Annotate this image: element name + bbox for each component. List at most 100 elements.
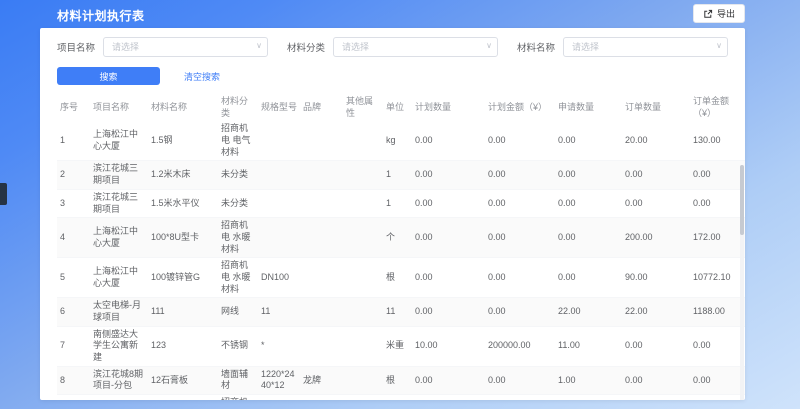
table-cell: 1: [383, 161, 412, 189]
table-row: 5上海松江中心大厦100镀锌管G招商机电 水暖材料DN100根0.000.000…: [57, 258, 745, 298]
table-cell: 10.00: [412, 326, 485, 366]
clear-search-link[interactable]: 清空搜索: [184, 70, 220, 83]
table-row: 3滨江花城三期项目1.5米水平仪未分类10.000.000.000.000.00: [57, 189, 745, 217]
table-row: 8滨江花城8期项目-分包12石膏板墙面辅材1220*2440*12龙牌根0.00…: [57, 366, 745, 394]
table-cell: 0.00: [555, 161, 622, 189]
table-row: 7南侧盛达大学生公寓新建123不锈钢*米重10.00200000.0011.00…: [57, 326, 745, 366]
table-row: 1上海松江中心大厦1.5钢招商机电 电气材料kg0.000.000.0020.0…: [57, 121, 745, 161]
table-cell: 1.5钢: [148, 121, 218, 161]
export-button[interactable]: 导出: [693, 4, 745, 23]
table-cell: [343, 326, 383, 366]
table-cell: 1: [383, 189, 412, 217]
table-cell: 0.00: [485, 189, 555, 217]
table-cell: 网线: [218, 298, 258, 326]
table-cell: 156.80: [690, 395, 745, 400]
material-category-input[interactable]: [333, 37, 498, 57]
column-header: 规格型号: [258, 94, 300, 121]
table-cell: 0.00: [555, 189, 622, 217]
table-cell: 未分类: [218, 189, 258, 217]
table-cell: 100镀锌管G: [148, 258, 218, 298]
table-cell: 墙面辅材: [218, 366, 258, 394]
table-cell: 111: [148, 298, 218, 326]
table-cell: *: [258, 326, 300, 366]
table-container: 序号项目名称材料名称材料分类规格型号品牌其他属性单位计划数量计划金额（¥）申请数…: [40, 94, 745, 400]
table-cell: 根: [383, 366, 412, 394]
table-row: 4上海松江中心大厦100*8U型卡招商机电 水暖材料个0.000.000.002…: [57, 218, 745, 258]
table-cell: 0.00: [555, 395, 622, 400]
table-body: 1上海松江中心大厦1.5钢招商机电 电气材料kg0.000.000.0020.0…: [57, 121, 745, 400]
table-cell: 0.00: [690, 161, 745, 189]
page-title: 材料计划执行表: [57, 7, 145, 24]
table-row: 6太空电梯-月球项目111网线11110.000.0022.0022.00118…: [57, 298, 745, 326]
table-cell: 0.00: [555, 121, 622, 161]
column-header: 申请数量: [555, 94, 622, 121]
table-cell: 22.00: [622, 298, 690, 326]
main-panel: 项目名称 ∨ 材料分类 ∨ 材料名称 ∨ 搜索 清空搜索: [40, 28, 745, 400]
table-cell: 招商机电 水暖材料: [218, 218, 258, 258]
table-cell: 100*8U型卡: [148, 218, 218, 258]
table-cell: 4: [57, 218, 90, 258]
table-cell: 上海松江中心大厦: [90, 218, 148, 258]
table-cell: 根: [383, 258, 412, 298]
table-cell: 0.00: [555, 218, 622, 258]
table-row: 9上海松江中心大厦150*10U型卡招商机电 水暖材料个0.000.000.00…: [57, 395, 745, 400]
vertical-scrollbar[interactable]: [740, 165, 744, 400]
table-cell: 1220*2440*12: [258, 366, 300, 394]
column-header: 项目名称: [90, 94, 148, 121]
table-cell: 150*10U型卡: [148, 395, 218, 400]
table-cell: 0.00: [485, 395, 555, 400]
table-cell: 90.00: [622, 258, 690, 298]
table-row: 2滨江花城三期项目1.2米木床未分类10.000.000.000.000.00: [57, 161, 745, 189]
table-cell: [343, 298, 383, 326]
column-header: 单位: [383, 94, 412, 121]
filter-project-name: 项目名称 ∨: [57, 37, 268, 57]
table-cell: 200000.00: [485, 326, 555, 366]
table-cell: 0.00: [485, 366, 555, 394]
table-cell: kg: [383, 121, 412, 161]
table-cell: 11: [258, 298, 300, 326]
table-cell: 上海松江中心大厦: [90, 121, 148, 161]
table-cell: 0.00: [622, 161, 690, 189]
table-cell: [300, 326, 343, 366]
table-cell: 0.00: [622, 189, 690, 217]
table-cell: [258, 218, 300, 258]
sidebar-toggle-handle[interactable]: [0, 183, 7, 205]
table-cell: [343, 258, 383, 298]
table-cell: 11.00: [555, 326, 622, 366]
table-cell: 滨江花城三期项目: [90, 161, 148, 189]
column-header: 订单数量: [622, 94, 690, 121]
table-cell: 172.00: [690, 218, 745, 258]
material-name-select[interactable]: ∨: [563, 37, 728, 57]
material-name-input[interactable]: [563, 37, 728, 57]
action-bar: 搜索 清空搜索: [40, 57, 745, 85]
table-cell: 0.00: [412, 298, 485, 326]
table-cell: [258, 121, 300, 161]
table-cell: [300, 298, 343, 326]
table-cell: [300, 395, 343, 400]
table-cell: 0.00: [555, 258, 622, 298]
table-cell: 0.00: [485, 121, 555, 161]
table-cell: 滨江花城8期项目-分包: [90, 366, 148, 394]
table-cell: 123: [148, 326, 218, 366]
table-cell: 20.00: [622, 121, 690, 161]
table-cell: [343, 121, 383, 161]
table-cell: 招商机电 电气材料: [218, 121, 258, 161]
table-cell: [300, 258, 343, 298]
column-header: 计划金额（¥）: [485, 94, 555, 121]
table-cell: [300, 161, 343, 189]
project-name-input[interactable]: [103, 37, 268, 57]
table-cell: 130.00: [690, 121, 745, 161]
table-cell: [258, 395, 300, 400]
project-name-select[interactable]: ∨: [103, 37, 268, 57]
column-header: 材料分类: [218, 94, 258, 121]
search-button[interactable]: 搜索: [57, 67, 160, 85]
table-cell: 0.00: [622, 326, 690, 366]
vertical-scrollbar-thumb[interactable]: [740, 165, 744, 235]
table-cell: 米重: [383, 326, 412, 366]
material-category-select[interactable]: ∨: [333, 37, 498, 57]
table-cell: 上海松江中心大厦: [90, 258, 148, 298]
table-cell: 10772.10: [690, 258, 745, 298]
table-cell: [343, 366, 383, 394]
filter-bar: 项目名称 ∨ 材料分类 ∨ 材料名称 ∨: [40, 28, 745, 57]
column-header: 材料名称: [148, 94, 218, 121]
